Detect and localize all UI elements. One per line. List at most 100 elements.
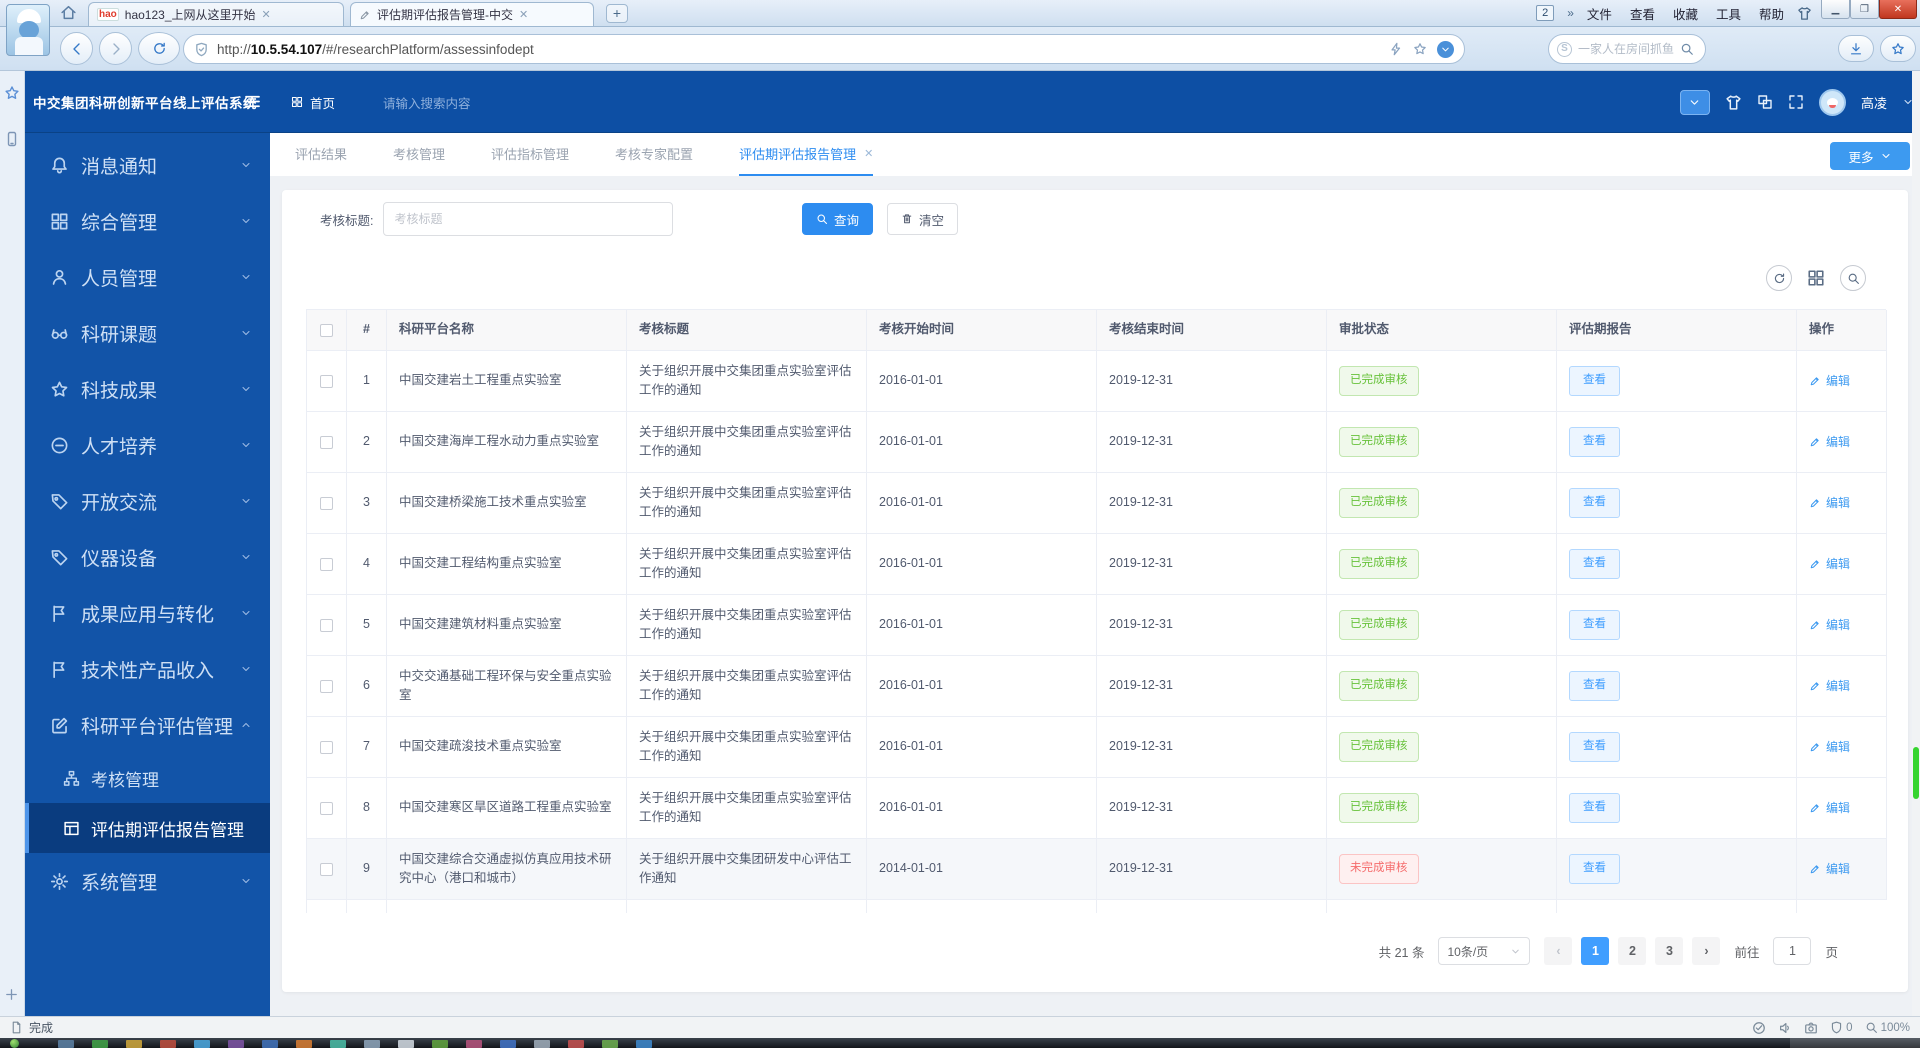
sidebar-item-5[interactable]: 人才培养 [25,417,270,473]
taskbar-app-icon[interactable] [466,1040,482,1048]
status-zoom-icon[interactable] [1865,1021,1878,1034]
select-all-checkbox[interactable] [320,323,333,337]
row-checkbox[interactable] [320,740,333,754]
back-button[interactable] [60,32,93,65]
scrollbar-thumb[interactable] [1913,747,1919,799]
view-report-button[interactable]: 查看 [1569,366,1620,396]
page-tab-3[interactable]: 考核专家配置 [615,133,693,176]
edit-button[interactable]: 编辑 [1809,860,1850,879]
search-button[interactable]: 查询 [802,203,874,235]
taskbar-app-icon[interactable] [58,1040,74,1048]
view-report-button[interactable]: 查看 [1569,671,1620,701]
translate-icon[interactable] [1757,94,1773,110]
taskbar-app-icon[interactable] [92,1040,108,1048]
view-report-button[interactable]: 查看 [1569,488,1620,518]
taskbar-app-icon[interactable] [330,1040,346,1048]
prev-page-button[interactable]: ‹ [1544,937,1573,965]
taskbar-app-icon[interactable] [568,1040,584,1048]
view-report-button[interactable]: 查看 [1569,427,1620,457]
edit-button[interactable]: 编辑 [1809,372,1850,391]
search-magnifier-icon[interactable] [1680,42,1694,56]
sidebar-subitem-10-0[interactable]: 考核管理 [25,753,270,803]
close-page-tab-icon[interactable]: ✕ [864,147,873,160]
close-tab-icon[interactable]: ✕ [519,8,528,21]
refresh-button[interactable] [138,32,180,65]
download-button[interactable] [1838,35,1874,62]
page-number-button[interactable]: 1 [1581,937,1610,965]
site-safety-shield-icon[interactable] [194,42,209,57]
taskbar-app-icon[interactable] [432,1040,448,1048]
user-avatar[interactable] [1818,88,1846,116]
page-tab-1[interactable]: 考核管理 [393,133,445,176]
edit-button[interactable]: 编辑 [1809,494,1850,513]
taskbar-app-icon[interactable] [296,1040,312,1048]
taskbar-app-icon[interactable] [500,1040,516,1048]
translate-drop-icon[interactable] [1437,40,1454,58]
sidebar-item-7[interactable]: 仪器设备 [25,529,270,585]
hamburger-menu-icon[interactable] [243,92,262,111]
filter-title-input[interactable] [383,202,674,236]
start-button[interactable] [10,1039,19,1048]
sidebar-subitem-10-1[interactable]: 评估期评估报告管理 [25,803,270,853]
browser-search-box[interactable]: S [1548,34,1706,64]
browser-tab[interactable]: hao hao123_上网从这里开始 ✕ [88,2,344,26]
header-search-input[interactable]: 请输入搜索内容 [383,71,471,133]
edit-button[interactable]: 编辑 [1809,738,1850,757]
browser-menu-item[interactable]: 帮助 [1759,4,1784,23]
refresh-table-button[interactable] [1766,265,1792,291]
taskbar-app-icon[interactable] [364,1040,380,1048]
row-checkbox[interactable] [320,618,333,632]
address-bar[interactable]: http://10.5.54.107/#/researchPlatform/as… [183,34,1465,64]
row-checkbox[interactable] [320,374,333,388]
sidebar-item-2[interactable]: 人员管理 [25,249,270,305]
page-tab-0[interactable]: 评估结果 [295,133,347,176]
edit-button[interactable]: 编辑 [1809,616,1850,635]
extension-count-badge[interactable]: 2 [1536,5,1555,21]
nav-home[interactable]: 首页 [291,71,335,133]
username[interactable]: 高凌 [1861,93,1887,112]
fullscreen-icon[interactable] [1788,94,1804,110]
status-shield-icon[interactable] [1830,1021,1843,1034]
new-tab-button[interactable]: + [606,4,628,23]
row-checkbox[interactable] [320,435,333,449]
taskbar-app-icon[interactable] [262,1040,278,1048]
view-report-button[interactable]: 查看 [1569,549,1620,579]
next-page-button[interactable]: › [1692,937,1721,965]
browser-menu-item[interactable]: 收藏 [1673,4,1698,23]
windows-taskbar[interactable] [0,1038,1920,1048]
status-speaker-icon[interactable] [1778,1021,1792,1035]
sidebar-item-1[interactable]: 综合管理 [25,193,270,249]
favorites-button[interactable] [1880,35,1916,62]
browser-tab[interactable]: 评估期评估报告管理-中交 ✕ [350,2,594,26]
minimize-button[interactable]: ▁ [1821,0,1850,19]
taskbar-app-icon[interactable] [636,1040,652,1048]
status-check-icon[interactable] [1752,1021,1766,1035]
page-tab-4[interactable]: 评估期评估报告管理 ✕ [739,133,874,176]
sidebar-item-10[interactable]: 科研平台评估管理 [25,697,270,753]
browser-menu-item[interactable]: 查看 [1630,4,1655,23]
row-checkbox[interactable] [320,679,333,693]
clear-button[interactable]: 清空 [887,203,959,235]
taskbar-app-icon[interactable] [228,1040,244,1048]
view-report-button[interactable]: 查看 [1569,610,1620,640]
chevron-right-icon[interactable]: » [1567,6,1574,20]
restore-button[interactable]: ❐ [1850,0,1879,19]
browser-home-icon[interactable] [60,4,77,21]
status-camera-icon[interactable] [1804,1021,1818,1035]
page-number-button[interactable]: 3 [1655,937,1684,965]
row-checkbox[interactable] [320,557,333,571]
edit-button[interactable]: 编辑 [1809,555,1850,574]
taskbar-app-icon[interactable] [126,1040,142,1048]
close-button[interactable]: ✕ [1879,0,1917,19]
column-settings-button[interactable] [1807,269,1825,287]
edit-button[interactable]: 编辑 [1809,677,1850,696]
view-report-button[interactable]: 查看 [1569,793,1620,823]
sidebar-item-11[interactable]: 系统管理 [25,853,270,909]
taskbar-app-icon[interactable] [160,1040,176,1048]
favorites-star-icon[interactable] [4,85,20,101]
skin-icon[interactable] [1797,6,1812,21]
taskbar-app-icon[interactable] [194,1040,210,1048]
row-checkbox[interactable] [320,801,333,815]
add-panel-icon[interactable] [4,987,19,1002]
theme-shirt-icon[interactable] [1725,94,1742,111]
